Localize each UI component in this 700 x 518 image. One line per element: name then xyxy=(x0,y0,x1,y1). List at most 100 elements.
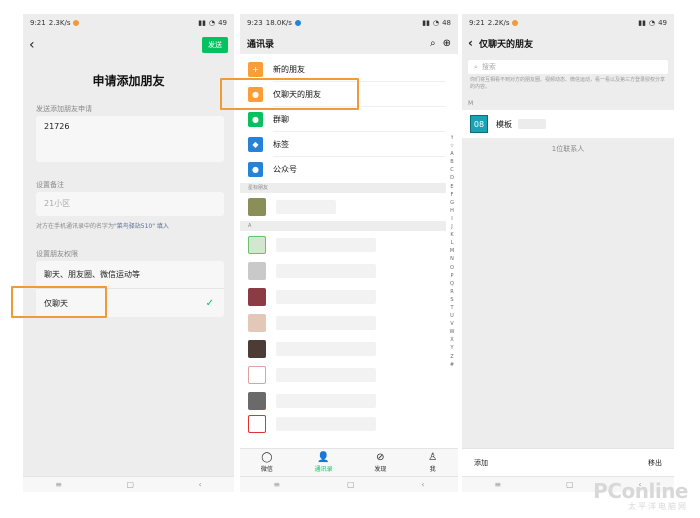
alphabet-letter[interactable]: Q xyxy=(450,280,454,288)
alphabet-letter[interactable]: O xyxy=(450,264,454,272)
row-tags[interactable]: ◆ 标签 xyxy=(240,132,446,157)
tab-label: 发现 xyxy=(374,466,387,473)
system-nav-bar: ≡ ▢ ‹ xyxy=(240,476,458,492)
home-icon[interactable]: ▢ xyxy=(347,480,355,489)
avatar xyxy=(248,198,266,216)
remark-label: 设置备注 xyxy=(36,181,64,189)
alphabet-letter[interactable]: K xyxy=(450,231,453,239)
alphabet-letter[interactable]: S xyxy=(450,296,453,304)
back-icon[interactable]: ‹ xyxy=(199,480,202,489)
alphabet-letter[interactable]: # xyxy=(450,361,454,369)
alphabet-letter[interactable]: J xyxy=(451,223,452,231)
alphabet-letter[interactable]: L xyxy=(451,239,454,247)
alphabet-letter[interactable]: Y xyxy=(450,344,453,352)
blurred-name xyxy=(276,394,376,408)
menu-icon[interactable]: ≡ xyxy=(55,480,62,489)
alphabet-letter[interactable]: P xyxy=(450,272,453,280)
avatar xyxy=(248,392,266,410)
search-icon: ⌕ xyxy=(474,62,478,71)
tab-contacts[interactable]: 👤 通讯录 xyxy=(315,452,333,473)
add-friend-request-screen: 9:21 2.3K/s ▮▮ ◔ 49 ‹ 发送 申请添加朋友 发送添加朋友申请… xyxy=(23,14,234,492)
page-title: 申请添加朋友 xyxy=(92,74,165,88)
remark-hint: 对方在手机通讯录中的名字为"菜鸟驿站510" 填入 xyxy=(36,221,169,230)
row-official-accounts[interactable]: ● 公众号 xyxy=(240,157,446,182)
contact-item[interactable] xyxy=(240,258,446,284)
alphabet-letter[interactable]: C xyxy=(450,166,454,174)
status-time: 9:23 xyxy=(247,19,263,27)
contact-item[interactable] xyxy=(240,388,446,414)
menu-icon[interactable]: ≡ xyxy=(273,480,280,489)
alphabet-letter[interactable]: M xyxy=(450,247,454,255)
back-arrow-icon[interactable]: ‹ xyxy=(29,37,35,53)
notification-icon xyxy=(294,20,301,26)
alphabet-letter[interactable]: W xyxy=(450,328,455,336)
tab-me[interactable]: ♙ 我 xyxy=(428,452,437,473)
blurred-name xyxy=(276,417,376,431)
alphabet-letter[interactable]: T xyxy=(450,304,453,312)
blurred-name xyxy=(276,290,376,304)
wifi-icon: ◔ xyxy=(648,19,656,27)
add-button[interactable]: 添加 xyxy=(474,458,488,468)
checkmark-icon: ✓ xyxy=(205,297,214,309)
alphabet-letter[interactable]: ↑ xyxy=(450,134,454,142)
alphabet-letter[interactable]: A xyxy=(450,150,453,158)
compass-icon: ⊘ xyxy=(376,452,385,463)
contact-name: 模板 xyxy=(496,119,512,129)
contact-count: 1位联系人 xyxy=(551,145,585,153)
search-icon[interactable]: ⌕ xyxy=(430,38,436,49)
page-title: 仅聊天的朋友 xyxy=(478,39,533,50)
alphabet-letter[interactable]: U xyxy=(450,312,454,320)
contact-item[interactable] xyxy=(240,336,446,362)
avatar xyxy=(248,262,266,280)
alphabet-letter[interactable]: N xyxy=(450,255,454,263)
back-icon[interactable]: ‹ xyxy=(421,480,424,489)
tab-chats[interactable]: ◯ 微信 xyxy=(261,452,273,473)
person-icon: ♙ xyxy=(428,452,438,463)
permission-label: 设置朋友权限 xyxy=(36,250,78,258)
new-friend-icon: + xyxy=(248,62,263,77)
request-message-value: 21726 xyxy=(44,122,70,131)
contact-item[interactable] xyxy=(240,284,446,310)
hint-name: "菜鸟驿站510" xyxy=(114,223,155,230)
alphabet-letter[interactable]: X xyxy=(450,336,453,344)
remove-button[interactable]: 移出 xyxy=(648,458,662,468)
contact-item[interactable] xyxy=(240,362,446,388)
alphabet-letter[interactable]: I xyxy=(451,215,452,223)
back-arrow-icon[interactable]: ‹ xyxy=(468,36,473,50)
home-icon[interactable]: ▢ xyxy=(126,480,134,489)
search-placeholder: 搜索 xyxy=(481,63,496,71)
contact-item[interactable]: 08 模板 xyxy=(462,110,674,138)
row-group-chats[interactable]: ● 群聊 xyxy=(240,107,446,132)
alphabet-letter[interactable]: V xyxy=(450,320,453,328)
alphabet-letter[interactable]: Z xyxy=(450,353,453,361)
send-button[interactable]: 发送 xyxy=(202,37,228,53)
remark-input[interactable]: 21小区 xyxy=(36,192,224,216)
alphabet-letter[interactable]: D xyxy=(450,174,454,182)
permission-option-full[interactable]: 聊天、朋友圈、微信运动等 xyxy=(36,261,224,289)
home-icon[interactable]: ▢ xyxy=(566,480,574,489)
alphabet-letter[interactable]: B xyxy=(450,158,453,166)
watermark: PConline 太平洋电脑网 xyxy=(593,481,688,512)
tab-discover[interactable]: ⊘ 发现 xyxy=(374,452,386,473)
contact-item[interactable] xyxy=(240,232,446,258)
contact-item[interactable] xyxy=(240,414,446,434)
notification-icon xyxy=(73,20,80,26)
alphabet-letter[interactable]: ☆ xyxy=(450,142,454,150)
search-input[interactable]: ⌕ 搜索 xyxy=(468,60,668,74)
chat-only-header: ‹ 仅聊天的朋友 xyxy=(462,32,674,54)
menu-icon[interactable]: ≡ xyxy=(494,480,501,489)
add-circle-icon[interactable]: ⊕ xyxy=(443,38,451,49)
request-message-input[interactable]: 21726 xyxy=(36,116,224,162)
contact-item[interactable] xyxy=(240,194,446,220)
page-title: 通讯录 xyxy=(247,39,275,50)
alphabet-letter[interactable]: G xyxy=(450,199,454,207)
fill-in-link[interactable]: 填入 xyxy=(157,223,169,230)
alphabet-letter[interactable]: F xyxy=(451,191,454,199)
tab-label: 通讯录 xyxy=(314,466,333,473)
contact-item[interactable] xyxy=(240,310,446,336)
alphabet-letter[interactable]: E xyxy=(450,183,453,191)
alphabet-letter[interactable]: R xyxy=(450,288,453,296)
battery-level: 49 xyxy=(658,19,667,27)
alphabet-letter[interactable]: H xyxy=(450,207,454,215)
alphabet-index[interactable]: ↑ ☆ A B C D E F G H I J K L M N O P Q R S T U V W X Y Z # xyxy=(448,134,456,369)
